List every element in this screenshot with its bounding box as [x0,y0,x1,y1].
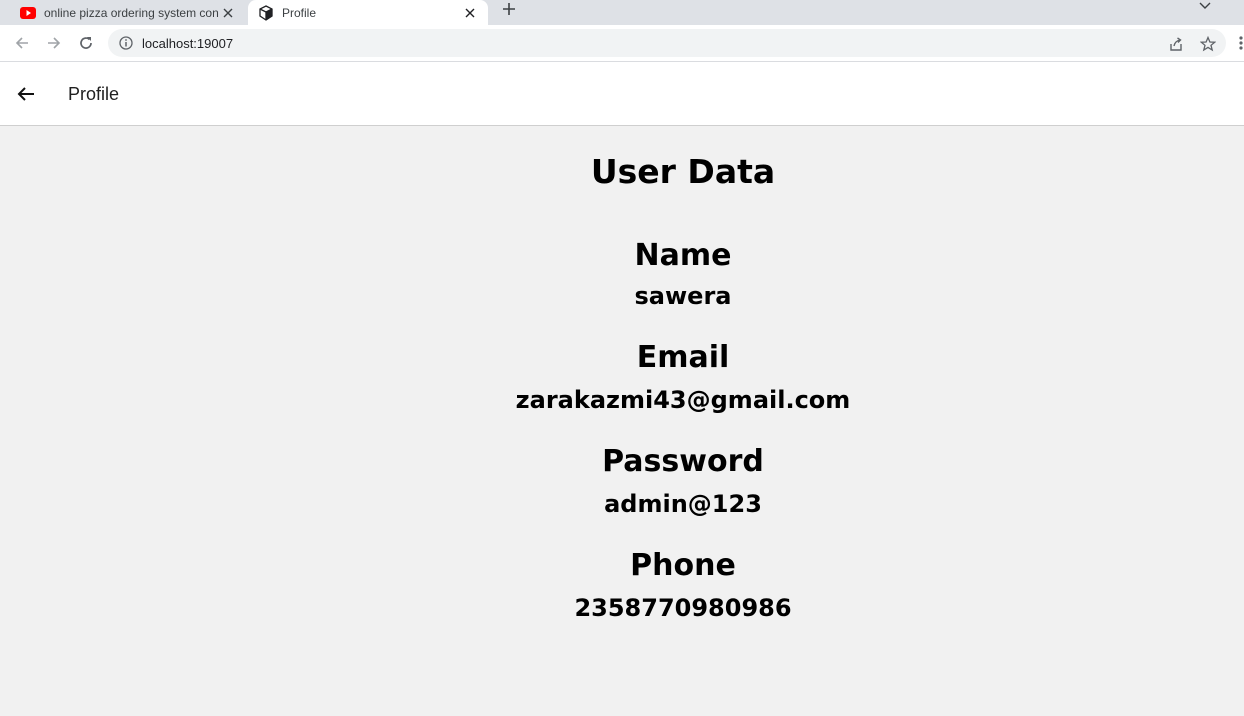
field-label-name: Name [634,238,732,273]
back-button[interactable] [14,82,38,106]
arrow-right-icon [48,37,61,49]
field-label-email: Email [636,340,730,375]
page-title: User Data [590,152,776,191]
header-title: Profile [68,84,120,104]
tab-search-button[interactable] [1196,0,1214,12]
new-tab-button[interactable] [498,0,520,17]
arrow-left-icon [15,37,28,49]
info-icon[interactable] [118,35,134,51]
field-value-name: sawera [634,282,732,310]
star-icon[interactable] [1199,35,1217,53]
share-icon[interactable] [1167,35,1185,53]
profile-content: User Data Name sawera Email zarakazmi43@… [0,126,1244,716]
field-value-phone: 2358770980986 [574,594,792,622]
tab-strip: online pizza ordering system con Profile [0,0,1244,25]
address-bar[interactable]: localhost:19007 [108,29,1226,57]
back-nav-button[interactable] [12,33,32,53]
cube-icon [258,4,274,21]
reload-button[interactable] [76,33,96,53]
browser-tab-profile[interactable]: Profile [248,0,488,25]
youtube-icon [20,5,36,21]
app-header: Profile [0,62,1244,126]
browser-tab-youtube[interactable]: online pizza ordering system con [0,0,246,25]
field-value-email: zarakazmi43@gmail.com [515,386,851,414]
field-label-password: Password [602,444,764,479]
field-value-password: admin@123 [604,490,762,518]
browser-toolbar: localhost:19007 [0,25,1244,62]
chevron-down-icon [1199,2,1211,9]
arrow-left-icon [17,87,34,101]
field-label-phone: Phone [630,548,736,583]
close-icon[interactable] [220,5,236,21]
url-text: localhost:19007 [142,36,234,51]
tab-title: online pizza ordering system con [44,5,219,20]
plus-icon [503,2,515,15]
reload-icon [80,37,92,49]
close-icon[interactable] [462,5,478,21]
menu-dots-icon[interactable] [1238,35,1244,51]
forward-nav-button[interactable] [44,33,64,53]
tab-title: Profile [282,5,317,20]
